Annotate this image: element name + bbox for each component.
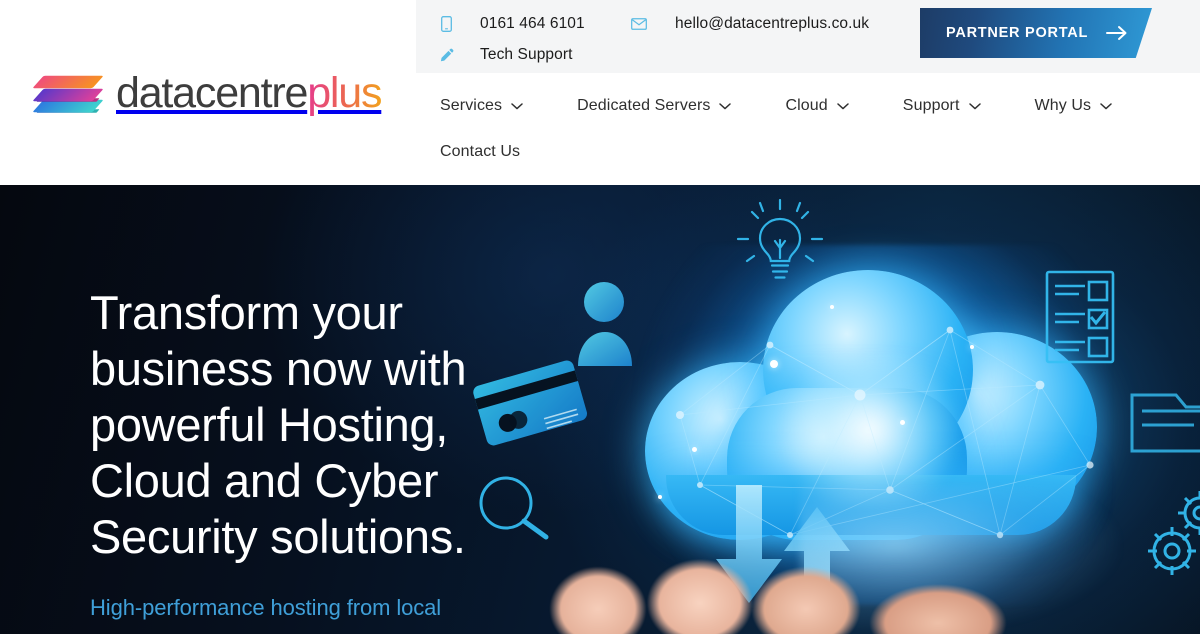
email-address: hello@datacentreplus.co.uk: [675, 15, 870, 32]
logo-text-accent: plus: [307, 68, 382, 117]
partner-portal-label: PARTNER PORTAL: [946, 25, 1089, 41]
hand-holding-cloud: [520, 537, 1080, 634]
logo-text-primary: datacentre: [116, 68, 308, 117]
spark: [770, 360, 778, 368]
chevron-down-icon: [968, 102, 981, 110]
phone-contact[interactable]: 0161 464 6101: [438, 11, 585, 37]
partner-portal-button[interactable]: PARTNER PORTAL: [920, 8, 1152, 58]
hero-image: [470, 185, 1200, 634]
nav-label: Support: [902, 97, 960, 114]
folder-tray-icon: [1128, 375, 1200, 468]
nav-item-cloud[interactable]: Cloud: [777, 88, 856, 124]
user-avatar-icon: [578, 280, 644, 371]
hero-text-block: Transform your business now with powerfu…: [90, 285, 510, 623]
chevron-down-icon: [511, 102, 523, 110]
pencil-icon: [438, 46, 454, 64]
hero-section: Transform your business now with powerfu…: [0, 185, 1200, 634]
top-bar: 0161 464 6101 Tech Support hello@datacen…: [0, 0, 1200, 74]
tech-support-label: Tech Support: [480, 46, 573, 63]
chevron-down-icon: [719, 102, 732, 110]
chevron-down-icon: [837, 102, 849, 110]
hero-heading: Transform your business now with powerfu…: [90, 286, 467, 563]
email-contact-group: hello@datacentreplus.co.uk: [631, 11, 869, 37]
spark: [658, 495, 662, 499]
checklist-document-icon: [1045, 270, 1123, 371]
nav-label: Dedicated Servers: [577, 97, 711, 114]
hero-subheading: High-performance hosting from local: [90, 595, 442, 620]
spark: [900, 420, 905, 425]
nav-label: Services: [440, 97, 503, 114]
arrow-right-icon: [1106, 25, 1128, 41]
page-root: 0161 464 6101 Tech Support hello@datacen…: [0, 0, 1200, 634]
lightbulb-icon: [732, 198, 828, 296]
partner-portal-wrapper: PARTNER PORTAL: [920, 8, 1152, 58]
main-navigation: Services Dedicated Servers Cloud Support…: [432, 88, 1172, 170]
spark: [830, 305, 834, 309]
spark: [970, 345, 974, 349]
tech-support-contact[interactable]: Tech Support: [438, 42, 585, 68]
spark: [692, 447, 697, 452]
site-logo[interactable]: datacentreplus: [32, 66, 382, 120]
nav-item-support[interactable]: Support: [895, 88, 989, 124]
contact-info-group: 0161 464 6101 Tech Support: [438, 11, 585, 68]
nav-label: Why Us: [1034, 97, 1092, 114]
chevron-down-icon: [1100, 102, 1112, 110]
nav-label: Contact Us: [440, 143, 521, 160]
envelope-icon: [631, 15, 647, 33]
nav-item-why-us[interactable]: Why Us: [1027, 88, 1121, 124]
gears-icon: [1138, 485, 1200, 586]
email-contact[interactable]: hello@datacentreplus.co.uk: [631, 11, 869, 37]
nav-item-services[interactable]: Services: [432, 88, 531, 124]
stacked-layers-icon: [32, 66, 104, 120]
mobile-phone-icon: [438, 15, 454, 33]
nav-item-contact-us[interactable]: Contact Us: [432, 134, 528, 170]
nav-item-dedicated-servers[interactable]: Dedicated Servers: [569, 88, 739, 124]
phone-number: 0161 464 6101: [480, 15, 585, 32]
logo-wordmark: datacentreplus: [116, 68, 382, 117]
nav-label: Cloud: [785, 97, 828, 114]
